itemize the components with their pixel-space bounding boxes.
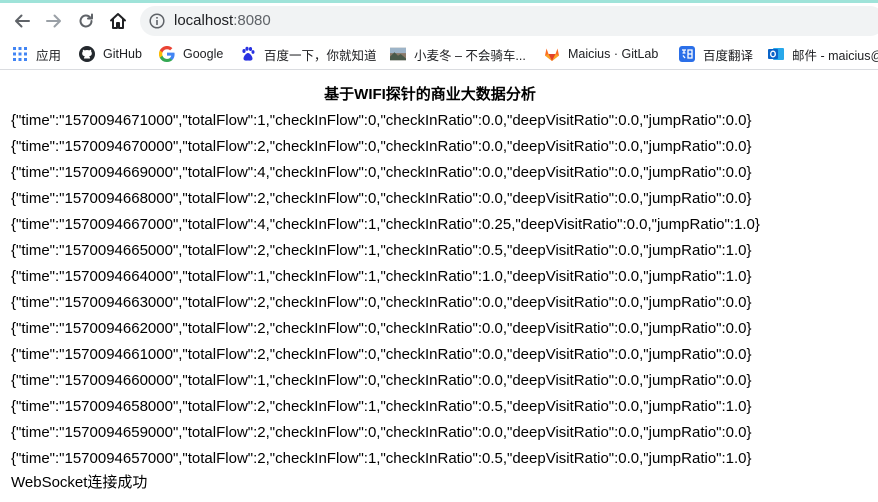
- reload-button[interactable]: [74, 9, 98, 33]
- bookmark-label: GitHub: [103, 47, 142, 61]
- page-title: 基于WIFI探针的商业大数据分析: [324, 86, 536, 103]
- gitlab-icon: [544, 46, 560, 62]
- outlook-icon: [768, 46, 784, 62]
- connection-status: WebSocket连接成功: [11, 474, 148, 491]
- bookmarks-bar: 应用 GitHub Google 百度一下，你就知道 小麦冬 – 不会骑车...…: [0, 38, 878, 70]
- bookmark-xiaomaidong[interactable]: 小麦冬 – 不会骑车...: [390, 44, 526, 64]
- message-line: {"time":"1570094659000","totalFlow":2,"c…: [11, 424, 752, 441]
- bookmark-label: 邮件 - maicius@: [792, 48, 878, 63]
- apps-grid-icon: [12, 46, 28, 62]
- message-line: {"time":"1570094670000","totalFlow":2,"c…: [11, 138, 752, 155]
- bookmark-github[interactable]: GitHub: [79, 44, 142, 64]
- message-line: {"time":"1570094660000","totalFlow":1,"c…: [11, 372, 752, 389]
- bookmark-gitlab[interactable]: Maicius · GitLab: [544, 44, 658, 64]
- reload-icon: [79, 13, 93, 28]
- forward-button[interactable]: [42, 9, 66, 33]
- message-line: {"time":"1570094671000","totalFlow":1,"c…: [11, 112, 752, 129]
- bookmark-label: 百度翻译: [703, 48, 754, 63]
- bookmark-baidu[interactable]: 百度一下，你就知道: [240, 44, 377, 64]
- message-line: {"time":"1570094665000","totalFlow":2,"c…: [11, 242, 752, 259]
- message-line: {"time":"1570094658000","totalFlow":2,"c…: [11, 398, 752, 415]
- message-line: {"time":"1570094657000","totalFlow":2,"c…: [11, 450, 752, 467]
- message-line: {"time":"1570094661000","totalFlow":2,"c…: [11, 346, 752, 363]
- url-text: localhost:8080: [174, 12, 271, 30]
- home-icon: [110, 13, 126, 29]
- landscape-thumbnail-icon: [390, 46, 406, 62]
- baidu-translate-icon: [679, 46, 695, 62]
- address-bar[interactable]: localhost:8080: [140, 6, 878, 36]
- message-line: {"time":"1570094662000","totalFlow":2,"c…: [11, 320, 752, 337]
- bookmark-label: Google: [183, 47, 224, 61]
- message-line: {"time":"1570094664000","totalFlow":1,"c…: [11, 268, 752, 285]
- google-icon: [159, 46, 175, 62]
- arrow-left-icon: [15, 14, 30, 28]
- bookmark-mail[interactable]: 邮件 - maicius@: [768, 44, 878, 64]
- github-icon: [79, 46, 95, 62]
- bookmark-label: 应用: [36, 48, 62, 63]
- browser-toolbar: localhost:8080: [0, 3, 878, 38]
- bookmark-apps[interactable]: 应用: [12, 44, 61, 64]
- message-line: {"time":"1570094663000","totalFlow":2,"c…: [11, 294, 752, 311]
- bookmark-label: 小麦冬 – 不会骑车...: [414, 48, 526, 63]
- url-host: localhost: [174, 12, 234, 29]
- bookmark-label: 百度一下，你就知道: [264, 48, 377, 63]
- baidu-paw-icon: [240, 46, 256, 62]
- bookmark-baidu-translate[interactable]: 百度翻译: [679, 44, 753, 64]
- message-line: {"time":"1570094668000","totalFlow":2,"c…: [11, 190, 752, 207]
- arrow-right-icon: [46, 14, 61, 28]
- back-button[interactable]: [10, 9, 34, 33]
- message-line: {"time":"1570094667000","totalFlow":4,"c…: [11, 216, 760, 233]
- url-port: :8080: [233, 12, 271, 29]
- bookmark-google[interactable]: Google: [159, 44, 223, 64]
- page-content: 基于WIFI探针的商业大数据分析 {"time":"1570094671000"…: [0, 70, 878, 502]
- message-line: {"time":"1570094669000","totalFlow":4,"c…: [11, 164, 752, 181]
- home-button[interactable]: [106, 9, 130, 33]
- info-icon[interactable]: [149, 13, 165, 29]
- bookmark-label: Maicius · GitLab: [568, 47, 659, 61]
